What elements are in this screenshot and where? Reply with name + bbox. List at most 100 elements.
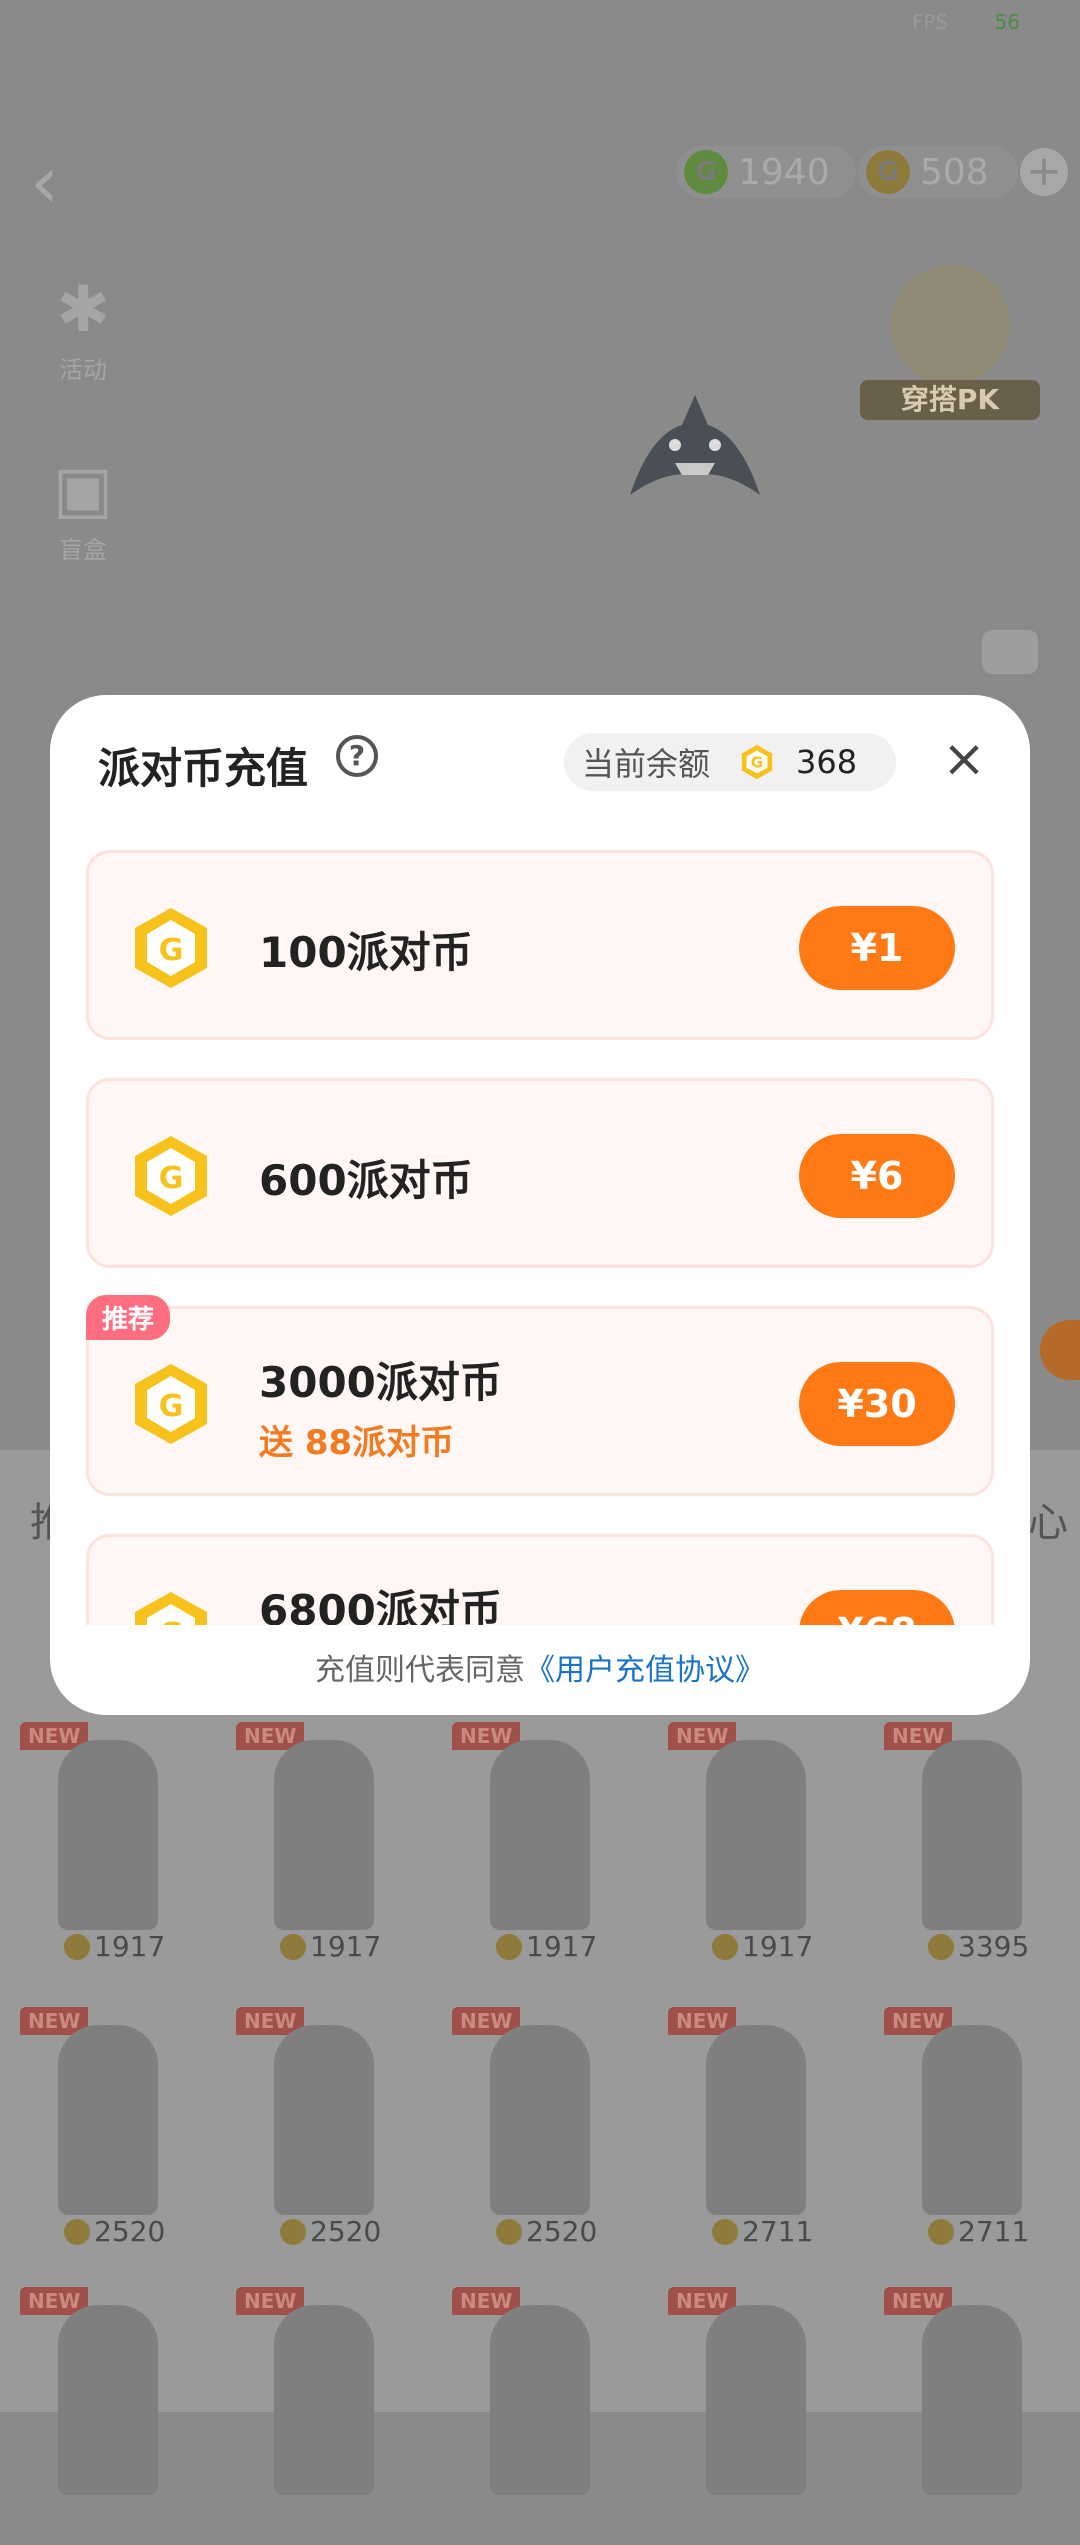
gold-coin-value: 508 [920,151,989,193]
outfit-figure [274,1740,374,1930]
coin-icon [496,1933,522,1960]
price-value: 1917 [310,1930,382,1963]
activity-button[interactable]: ✱ 活动 [38,270,128,385]
coin-icon [64,1933,90,1960]
fps-label: FPS [911,10,949,34]
package-list: G 100派对币 ¥1 G 600派对币 ¥6 G 3000派对币 送 88派对… [86,850,994,1625]
package-card[interactable]: G 6800派对币 ¥68 [86,1534,994,1625]
recommended-badge: 推荐 [86,1295,171,1340]
package-amount: 6800派对币 [259,1586,502,1625]
price-value: 3395 [958,1930,1030,1963]
outfit-item[interactable]: NEW 1917 [648,1700,864,1980]
outfit-figure [922,1740,1022,1930]
price-value: 1917 [94,1930,166,1963]
svg-text:G: G [159,1389,184,1424]
svg-text:G: G [159,1617,184,1625]
package-amount: 600派对币 [259,1156,473,1205]
item-price: 1917 [64,1930,165,1963]
pay-button[interactable]: ¥68 [799,1590,955,1625]
outfit-item[interactable]: NEW 3395 [864,1700,1080,1980]
pay-button[interactable]: ¥1 [799,906,955,990]
price-value: 2520 [94,2215,166,2248]
svg-text:G: G [159,933,184,968]
balance-label: 当前余额 [582,745,711,783]
price-value: 2711 [742,2215,814,2248]
outfit-item[interactable]: NEW 2520 [0,1985,216,2265]
outfit-item[interactable]: NEW 1917 [0,1700,216,1980]
price-value: 1917 [742,1930,814,1963]
outfit-figure [274,2305,374,2495]
outfit-item[interactable]: NEW [0,2265,216,2545]
coin-icon [280,2218,306,2245]
status-bar: FPS 56 [912,10,1020,34]
green-coin-balance[interactable]: G 1940 [676,146,856,198]
outfit-pk-label: 穿搭PK [860,380,1040,420]
pay-button[interactable]: ¥6 [799,1134,955,1218]
outfit-item[interactable]: NEW [432,2265,648,2545]
outfit-figure [922,2305,1022,2495]
package-card[interactable]: G 100派对币 ¥1 [86,850,994,1040]
coin-icon [712,2218,738,2245]
outfit-pk-button[interactable]: 穿搭PK [860,265,1040,425]
outfit-item[interactable]: NEW [216,2265,432,2545]
close-button[interactable]: × [934,729,994,789]
outfit-figure [58,1740,158,1930]
price-value: 1917 [526,1930,598,1963]
outfit-figure [490,2305,590,2495]
party-coin-icon: G [135,1592,207,1625]
outfit-item[interactable]: NEW [648,2265,864,2545]
outfit-figure [706,1740,806,1930]
gold-coin-balance[interactable]: G 508 [858,146,1018,198]
item-price: 3395 [928,1930,1029,1963]
help-icon[interactable]: ? [336,735,378,777]
item-price: 1917 [280,1930,381,1963]
balloon-icon: ✱ [56,273,110,347]
agreement-link[interactable]: 《用户充值协议》 [525,1653,765,1688]
outfit-figure [706,2025,806,2215]
package-card[interactable]: G 600派对币 ¥6 [86,1078,994,1268]
gift-box-icon: ▣ [52,453,114,527]
green-coin-value: 1940 [738,151,830,193]
item-price: 2520 [496,2215,597,2248]
outfit-figure [490,2025,590,2215]
party-coin-icon: G [135,1136,207,1216]
outfit-item[interactable]: NEW 2711 [648,1985,864,2265]
outfit-figure [58,2025,158,2215]
party-coin-icon: G [135,908,207,988]
outfit-figure [490,1740,590,1930]
outfit-item[interactable]: NEW [864,2265,1080,2545]
party-coin-icon: G [135,1364,207,1444]
package-card[interactable]: G 3000派对币 送 88派对币 ¥30 [86,1306,994,1496]
balance-value: 368 [796,743,858,781]
back-button[interactable]: ‹ [30,140,59,224]
agreement-text: 充值则代表同意《用户充值协议》 [50,1645,1030,1689]
price-value: 2520 [310,2215,382,2248]
coin-icon [928,2218,954,2245]
outfit-item[interactable]: NEW 1917 [216,1700,432,1980]
outfit-item[interactable]: NEW 2520 [216,1985,432,2265]
outfit-figure [706,2305,806,2495]
shark-icon [630,395,760,495]
item-price: 2520 [64,2215,165,2248]
outfit-item[interactable]: NEW 1917 [432,1700,648,1980]
package-amount: 100派对币 [259,928,473,977]
crown-icon [890,265,1010,385]
party-coin-icon: G [741,744,773,780]
outfit-item[interactable]: NEW 2711 [864,1985,1080,2265]
svg-text:G: G [751,754,763,772]
gold-coin-icon: G [866,150,910,194]
pay-button[interactable]: ¥30 [799,1362,955,1446]
camera-button[interactable] [982,630,1038,674]
item-price: 2711 [928,2215,1029,2248]
add-coins-button[interactable]: + [1020,148,1068,196]
blindbox-button[interactable]: ▣ 盲盒 [38,450,128,565]
price-value: 2520 [526,2215,598,2248]
outfit-item[interactable]: NEW 2520 [432,1985,648,2265]
category-tab-right[interactable]: 心 [1028,1490,1068,1548]
outfit-figure [922,2025,1022,2215]
price-value: 2711 [958,2215,1030,2248]
package-amount: 3000派对币 [259,1358,502,1407]
dialog-title: 派对币充值 [98,744,309,793]
outfit-figure [58,2305,158,2495]
current-balance: 当前余额 G 368 [564,733,896,791]
